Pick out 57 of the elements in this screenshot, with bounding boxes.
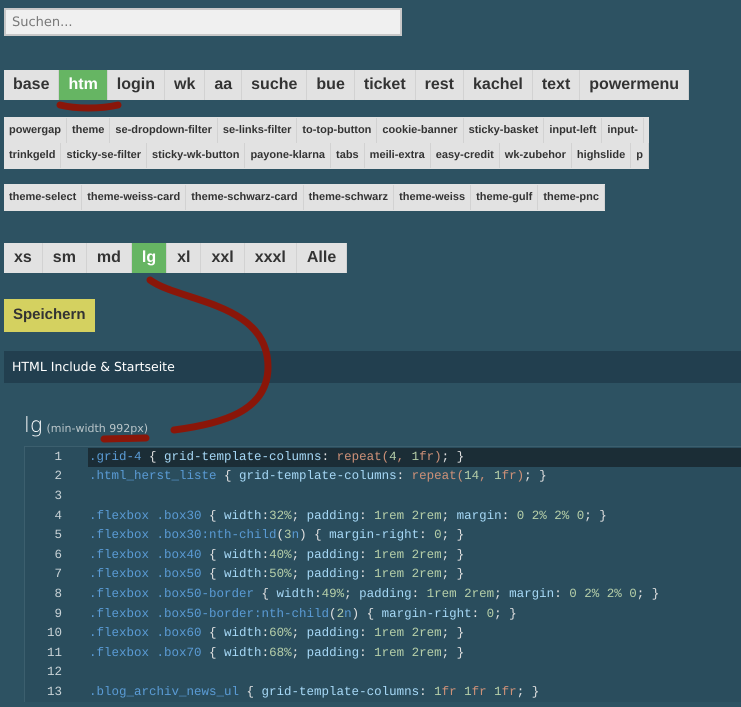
tag-link[interactable]: theme-gulf — [471, 185, 538, 210]
tag-link[interactable]: theme-pnc — [538, 185, 605, 210]
tag-link[interactable]: wk-zubehor — [500, 143, 572, 168]
line-number: 1 — [53, 448, 63, 466]
tag-link[interactable]: theme — [66, 118, 110, 143]
tag-link[interactable]: cookie-banner — [377, 118, 464, 143]
line-number: 12 — [46, 664, 63, 682]
tag-link[interactable]: theme-schwarz-card — [186, 185, 304, 210]
code-line: .blog_archiv_news_ul { grid-template-columns: 1fr 1fr 1fr; } — [88, 684, 540, 701]
tag-link[interactable]: tabs — [331, 143, 365, 168]
code-line: .html_herst_liste { grid-template-columns: repeat(14, 1fr); } — [88, 468, 548, 486]
code-editor[interactable] — [24, 446, 741, 702]
tag-link[interactable]: sticky-basket — [464, 118, 544, 143]
tag-link[interactable]: meili-extra — [364, 143, 431, 168]
line-number: 6 — [53, 546, 63, 564]
tag-link[interactable]: se-dropdown-filter — [110, 118, 218, 143]
tag-link[interactable]: to-top-button — [297, 118, 378, 143]
code-line: .flexbox .box60 { width:60%; padding: 1rem 2rem; } — [88, 625, 466, 642]
line-number: 13 — [46, 684, 63, 701]
tag-link[interactable]: highslide — [572, 143, 632, 168]
tag-link[interactable]: theme-weiss — [394, 185, 472, 210]
line-number: 10 — [46, 625, 63, 642]
code-line: .flexbox .box50 { width:50%; padding: 1rem 2rem; } — [88, 566, 466, 584]
breakpoint-note: (min-width 992px) — [46, 421, 148, 438]
search-field[interactable]: Suchen... — [4, 8, 402, 36]
code-line: .flexbox .box40 { width:40%; padding: 1rem 2rem; } — [88, 546, 466, 564]
line-number: 5 — [53, 527, 63, 544]
code-line: .flexbox .box70 { width:68%; padding: 1rem 2rem; } — [88, 644, 466, 662]
code-line: .flexbox .box50-border { width:49%; padding: 1rem 2rem; margin: 0 2% 2% 0; } — [88, 586, 660, 603]
tag-link[interactable]: powergap — [4, 118, 67, 143]
line-number: 3 — [53, 488, 63, 505]
code-line: .flexbox .box50-border:nth-child(2n) { margin-right: 0; } — [88, 606, 518, 622]
line-number: 9 — [53, 606, 63, 622]
line-number: 7 — [53, 566, 63, 584]
line-number: 11 — [46, 644, 63, 662]
tag-link[interactable]: theme-weiss-card — [82, 185, 186, 210]
line-number: 8 — [53, 586, 63, 603]
tag-link[interactable]: se-links-filter — [218, 118, 298, 143]
tag-link[interactable]: p — [631, 143, 649, 168]
tag-link[interactable]: sticky-wk-button — [147, 143, 246, 168]
tag-link[interactable]: trinkgeld — [4, 143, 62, 168]
section-header: HTML Include & Startseite — [4, 350, 741, 384]
breakpoint-title: lg — [24, 413, 42, 438]
tag-link[interactable]: theme-select — [4, 185, 82, 210]
underline-annotation — [56, 102, 122, 112]
tag-link[interactable]: theme-schwarz — [304, 185, 394, 210]
tag-link[interactable]: payone-klarna — [245, 143, 332, 168]
tag-link[interactable]: easy-credit — [430, 143, 500, 168]
underline-annotation — [100, 434, 150, 442]
code-line: .flexbox .box30:nth-child(3n) { margin-right: 0; } — [88, 527, 466, 544]
line-number: 4 — [53, 508, 63, 525]
line-number: 2 — [53, 468, 63, 486]
code-line: .flexbox .box30 { width:32%; padding: 1rem 2rem; margin: 0 2% 2% 0; } — [88, 508, 608, 525]
save-button[interactable]: Speichern — [4, 299, 95, 332]
tag-link[interactable]: sticky-se-filter — [61, 143, 148, 168]
tag-link[interactable]: input-left — [544, 118, 602, 143]
tag-link[interactable]: input- — [602, 118, 644, 143]
